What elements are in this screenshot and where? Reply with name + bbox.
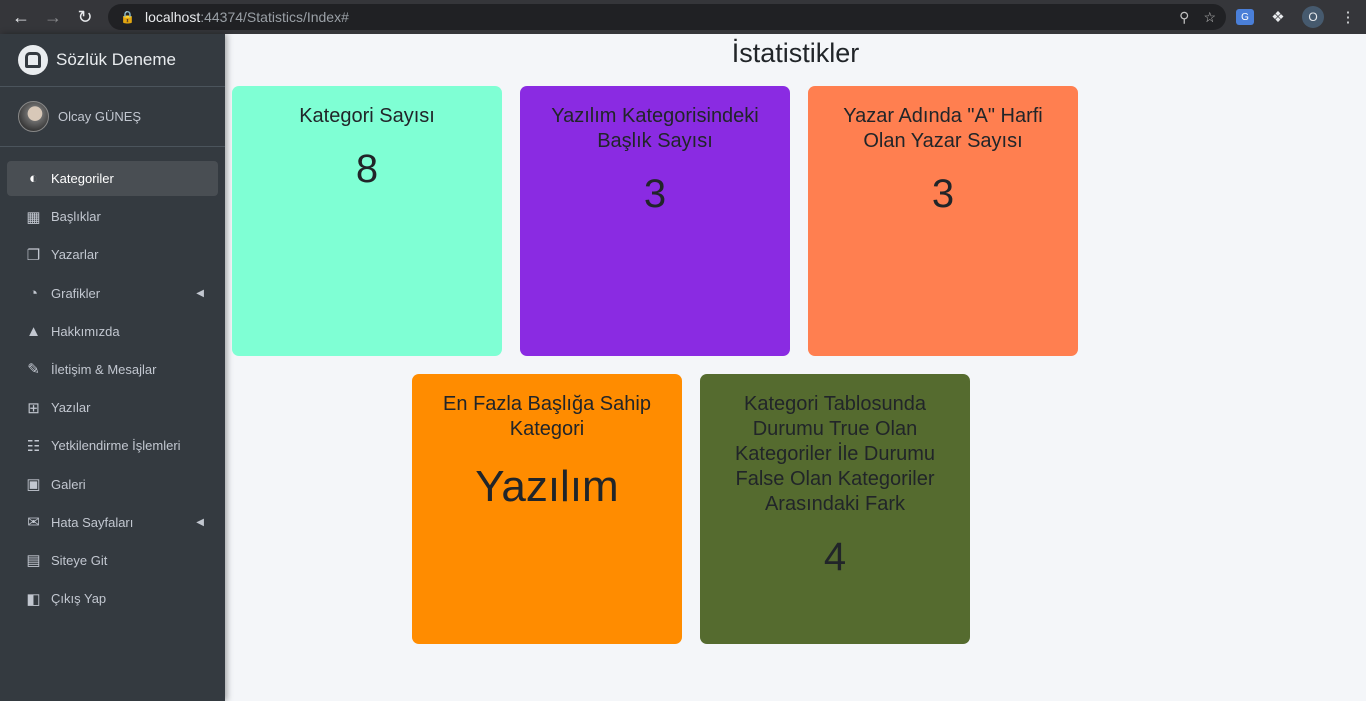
page-title: İstatistikler: [731, 38, 860, 68]
stat-card-title: Yazar Adında "A" Harfi Olan Yazar Sayısı: [843, 105, 1043, 152]
sidebar-item-label: Hata Sayfaları: [51, 514, 134, 530]
sidebar-item-label: Kategoriler: [51, 171, 114, 186]
brand-logo-icon: [18, 45, 48, 75]
stat-card-title: Kategori Tablosunda Durumu True Olan Kat…: [734, 393, 936, 515]
calendar-icon: ☷: [26, 437, 41, 455]
sidebar-item-yetkilendirme[interactable]: ☷ Yetkilendirme İşlemleri: [7, 428, 218, 463]
sidebar: Sözlük Deneme Olcay GÜNEŞ ◐ Kategoriler …: [0, 34, 225, 701]
zoom-icon[interactable]: ⚲: [1179, 9, 1189, 26]
sidebar-item-galeri[interactable]: ▣ Galeri: [7, 467, 218, 502]
stat-card-value: 3: [643, 172, 667, 216]
stat-card-writer-a-count: Yazar Adında "A" Harfi Olan Yazar Sayısı…: [808, 86, 1078, 356]
bookmark-star-icon[interactable]: ☆: [1203, 9, 1216, 26]
stat-card-value: 4: [823, 535, 847, 579]
sidebar-item-label: Çıkış Yap: [51, 591, 107, 607]
door-icon: ◧: [26, 590, 41, 608]
sidebar-item-label: Yazılar: [51, 400, 91, 416]
stat-card-value: Yazılım: [475, 462, 619, 511]
stat-card-category-count: Kategori Sayısı 8: [232, 86, 502, 356]
sidebar-item-siteye-git[interactable]: ▤ Siteye Git: [7, 543, 218, 578]
stat-card-title: Yazılım Kategorisindeki Başlık Sayısı: [551, 105, 759, 152]
sidebar-item-iletisim[interactable]: ✎ İletişim & Mesajlar: [7, 352, 218, 387]
stat-card-title: Kategori Sayısı: [299, 105, 435, 127]
image-icon: ▣: [26, 476, 41, 493]
sidebar-item-label: İletişim & Mesajlar: [51, 361, 157, 377]
table-icon: ⊞: [27, 399, 40, 417]
book-icon: ▤: [26, 552, 41, 570]
sidebar-item-label: Galeri: [51, 476, 86, 492]
url-host: localhost: [144, 9, 201, 25]
user-avatar: [18, 101, 49, 132]
main-content: İstatistikler Kategori Sayısı 8 Yazılım …: [225, 34, 1366, 701]
stat-card-status-difference: Kategori Tablosunda Durumu True Olan Kat…: [700, 374, 970, 644]
sidebar-item-cikis-yap[interactable]: ◧ Çıkış Yap: [7, 581, 218, 616]
sidebar-item-hata-sayfalari[interactable]: ✉ Hata Sayfaları ◀: [7, 505, 218, 540]
tree-icon: ▲: [26, 322, 41, 340]
sidebar-item-kategoriler[interactable]: ◐ Kategoriler: [7, 161, 218, 196]
sidebar-item-basliklar[interactable]: ▦ Başlıklar: [7, 199, 218, 234]
sidebar-item-yazilar[interactable]: ⊞ Yazılar: [7, 390, 218, 425]
stat-card-top-category: En Fazla Başlığa Sahip Kategori Yazılım: [412, 374, 682, 644]
dashboard-icon: ◐: [28, 170, 39, 187]
browser-toolbar: ← → ↻ 🔒 localhost:44374/Statistics/Index…: [0, 0, 1366, 34]
pie-chart-icon: ◔: [28, 284, 39, 302]
stat-card-value: 3: [931, 172, 955, 216]
edit-icon: ✎: [27, 361, 40, 379]
chevron-left-icon: ◀: [196, 516, 204, 528]
user-name[interactable]: Olcay GÜNEŞ: [58, 109, 141, 124]
menu-kebab-icon[interactable]: ⋮: [1338, 8, 1358, 26]
grid-icon: ▦: [26, 208, 41, 226]
stat-card-software-heading-count: Yazılım Kategorisindeki Başlık Sayısı 3: [520, 86, 790, 356]
reload-icon[interactable]: ↻: [69, 1, 101, 33]
forward-icon[interactable]: →: [37, 1, 69, 33]
user-panel: Olcay GÜNEŞ: [0, 87, 225, 147]
sidebar-item-grafikler[interactable]: ◔ Grafikler ◀: [7, 276, 218, 311]
back-icon[interactable]: ←: [5, 1, 37, 33]
sidebar-item-label: Yetkilendirme İşlemleri: [51, 438, 181, 454]
url-path: :44374/Statistics/Index#: [200, 9, 349, 25]
sidebar-item-hakkimizda[interactable]: ▲ Hakkımızda: [7, 314, 218, 349]
address-bar[interactable]: 🔒 localhost:44374/Statistics/Index# ⚲ ☆: [108, 4, 1226, 30]
profile-avatar[interactable]: O: [1302, 6, 1324, 28]
chevron-left-icon: ◀: [196, 287, 204, 299]
sidebar-item-label: Grafikler: [51, 285, 101, 301]
stat-card-title: En Fazla Başlığa Sahip Kategori: [443, 393, 651, 440]
copy-icon: ❐: [26, 246, 41, 264]
sidebar-item-label: Yazarlar: [51, 247, 99, 263]
extensions-puzzle-icon[interactable]: ❖: [1268, 8, 1288, 26]
google-translate-icon[interactable]: G: [1236, 9, 1254, 25]
sidebar-item-label: Başlıklar: [51, 209, 101, 225]
sidebar-item-label: Hakkımızda: [51, 323, 120, 339]
brand-text: Sözlük Deneme: [56, 50, 177, 69]
stat-card-value: 8: [355, 147, 379, 191]
lock-icon: 🔒: [120, 10, 135, 24]
sidebar-item-yazarlar[interactable]: ❐ Yazarlar: [7, 237, 218, 272]
sidebar-item-label: Siteye Git: [51, 552, 108, 568]
sidebar-nav: ◐ Kategoriler ▦ Başlıklar ❐ Yazarlar ◔ G…: [0, 147, 225, 616]
envelope-icon: ✉: [27, 514, 40, 532]
brand-link[interactable]: Sözlük Deneme: [0, 34, 225, 87]
